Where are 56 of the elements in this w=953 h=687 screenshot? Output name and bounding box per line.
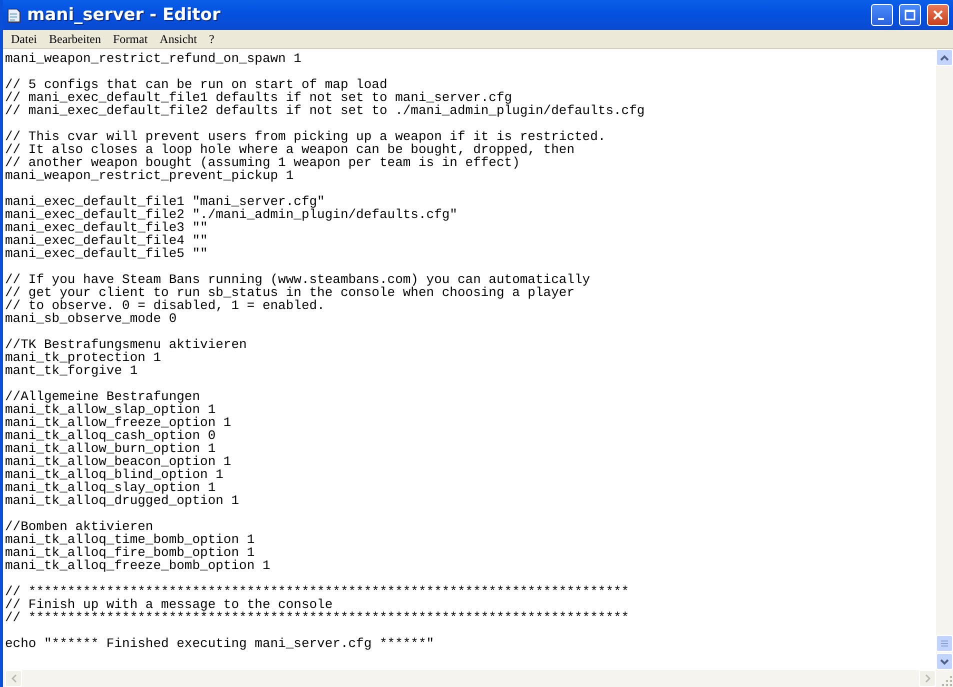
text-line: // get your client to run sb_status in the console when choosing a player bbox=[5, 286, 574, 299]
menu-item[interactable]: Bearbeiten bbox=[43, 32, 107, 46]
text-line: mani_tk_allow_slap_option 1 bbox=[5, 403, 217, 416]
menu-item[interactable]: Format bbox=[106, 32, 154, 46]
text-line: mani_tk_alloq_fire_bomb_option 1 bbox=[5, 546, 256, 559]
minimize-button[interactable] bbox=[871, 4, 893, 26]
text-line: // mani_exec_default_file1 defaults if not set to mani_server.cfg bbox=[5, 91, 512, 104]
window-title: mani_server - Editor bbox=[27, 5, 222, 25]
grip-icon bbox=[941, 640, 948, 647]
text-line: echo "****** Finished executing mani_server.cfg ******" bbox=[5, 637, 436, 650]
text-line: // If you have Steam Bans running (www.steambans.com) you can automatically bbox=[5, 273, 592, 286]
text-line: mani_tk_alloq_cash_option 0 bbox=[5, 429, 217, 442]
maximize-button[interactable] bbox=[899, 4, 921, 26]
text-line: //Bomben aktivieren bbox=[5, 520, 154, 533]
notepad-icon bbox=[7, 7, 21, 23]
text-line: mani_tk_alloq_time_bomb_option 1 bbox=[5, 533, 256, 546]
text-line: mani_weapon_restrict_prevent_pickup 1 bbox=[5, 169, 294, 182]
text-line: mani_tk_alloq_freeze_bomb_option 1 bbox=[5, 559, 272, 572]
close-icon bbox=[932, 9, 944, 21]
scroll-up-button[interactable] bbox=[936, 49, 953, 66]
text-line: mani_exec_default_file4 "" bbox=[5, 234, 209, 247]
menu-item[interactable]: ? bbox=[203, 32, 220, 46]
text-line: mani_sb_observe_mode 0 bbox=[5, 312, 177, 325]
minimize-icon bbox=[878, 18, 884, 20]
text-line: mant_tk_forgive 1 bbox=[5, 364, 138, 377]
text-line: mani_tk_allow_freeze_option 1 bbox=[5, 416, 232, 429]
scroll-down-button[interactable] bbox=[936, 653, 953, 670]
text-line: // Finish up with a message to the console bbox=[5, 598, 333, 611]
vertical-scrollbar[interactable] bbox=[936, 49, 953, 670]
text-line: mani_exec_default_file3 "" bbox=[5, 221, 208, 234]
text-line: //TK Bestrafungsmenu aktivieren bbox=[5, 338, 248, 351]
text-line: // This cvar will prevent users from picking up a weapon if it is restricted. bbox=[5, 130, 607, 143]
text-line: // to observe. 0 = disabled, 1 = enabled. bbox=[5, 299, 326, 312]
text-line: // 5 configs that can be run on start of map load bbox=[5, 78, 388, 91]
text-line: // another weapon bought (assuming 1 weapon per team is in effect) bbox=[5, 156, 520, 169]
scroll-thumb[interactable] bbox=[936, 635, 953, 652]
text-line: mani_exec_default_file5 "" bbox=[5, 247, 209, 260]
menu-item[interactable]: Datei bbox=[5, 32, 43, 46]
text-line: mani_tk_alloq_slay_option 1 bbox=[5, 481, 216, 494]
text-line: //Allgemeine Bestrafungen bbox=[5, 390, 202, 403]
text-line: // mani_exec_default_file2 defaults if not set to ./mani_admin_plugin/defaults.cfg bbox=[5, 104, 646, 117]
resize-grip-icon[interactable] bbox=[941, 675, 953, 687]
maximize-icon bbox=[904, 9, 916, 21]
text-line: mani_tk_alloq_drugged_option 1 bbox=[5, 494, 240, 507]
text-line: mani_exec_default_file1 "mani_server.cfg" bbox=[5, 195, 325, 208]
menu-item[interactable]: Ansicht bbox=[154, 32, 203, 46]
text-line: mani_tk_protection 1 bbox=[5, 351, 162, 364]
text-line: // It also closes a loop hole where a weapon can be bought, dropped, then bbox=[5, 143, 576, 156]
text-line: mani_tk_allow_beacon_option 1 bbox=[5, 455, 232, 468]
text-line: mani_tk_alloq_blind_option 1 bbox=[5, 468, 224, 481]
text-line: // ***************************************************************************** bbox=[5, 611, 630, 624]
text-line: mani_exec_default_file2 "./mani_admin_plugin/defaults.cfg" bbox=[5, 208, 458, 221]
text-line: mani_weapon_restrict_refund_on_spawn 1 bbox=[5, 52, 302, 65]
close-button[interactable] bbox=[927, 4, 949, 26]
text-line: // ***************************************************************************** bbox=[5, 585, 630, 598]
text-line: mani_tk_allow_burn_option 1 bbox=[5, 442, 217, 455]
